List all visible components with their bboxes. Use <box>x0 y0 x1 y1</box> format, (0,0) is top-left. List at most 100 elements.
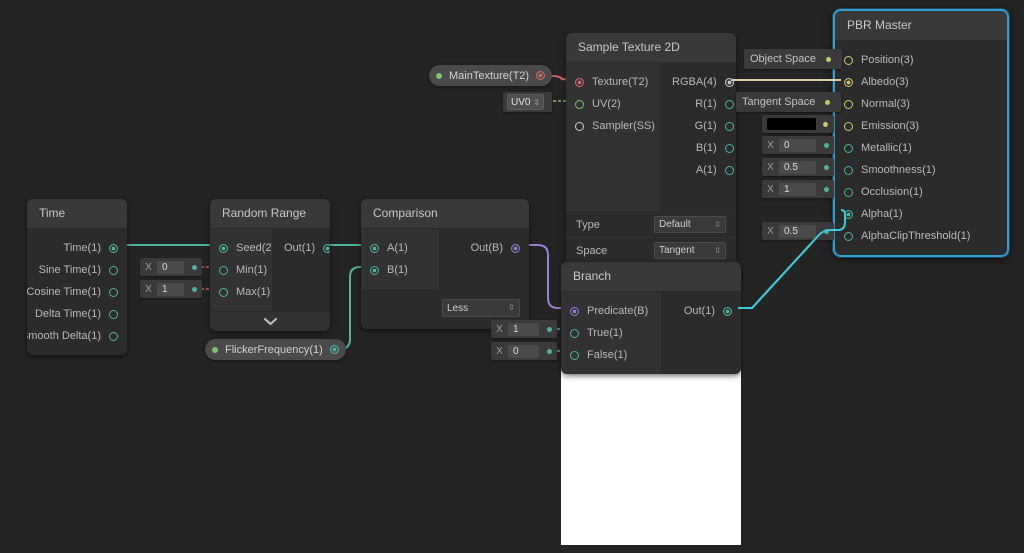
port-uv[interactable]: UV(2) <box>566 93 660 115</box>
field-output-nub[interactable] <box>819 99 835 105</box>
min-value[interactable]: 0 <box>157 260 184 274</box>
max-value[interactable]: 1 <box>157 282 184 296</box>
port-dot-icon[interactable] <box>511 243 520 253</box>
port-dot-icon[interactable] <box>323 243 330 253</box>
port-predicate[interactable]: Predicate(B) <box>561 300 661 322</box>
node-sample-texture-2d[interactable]: Sample Texture 2D Texture(T2) UV(2) Samp… <box>566 33 736 283</box>
node-time[interactable]: Time Time(1) Sine Time(1) Cosine Time(1)… <box>27 199 127 355</box>
field-output-nub[interactable] <box>818 228 834 234</box>
port-a[interactable]: A(1) <box>361 237 439 259</box>
field-output-nub[interactable] <box>186 286 202 292</box>
port-out[interactable]: Out(B) <box>439 237 529 259</box>
port-alpha-clip-threshold[interactable]: AlphaClipThreshold(1) <box>835 225 1007 247</box>
port-normal[interactable]: Normal(3) <box>835 93 1007 115</box>
alpha-clip-threshold-value-field[interactable]: X 0.5 <box>762 222 834 240</box>
port-sine-time[interactable]: Sine Time(1) <box>27 259 127 281</box>
port-dot-icon[interactable] <box>724 143 734 153</box>
port-g[interactable]: G(1) <box>660 115 736 137</box>
position-space-field[interactable]: Object Space <box>744 49 843 69</box>
field-output-nub[interactable] <box>186 264 202 270</box>
property-flicker-frequency[interactable]: FlickerFrequency(1) <box>205 339 346 360</box>
port-dot-icon[interactable] <box>109 287 118 297</box>
port-dot-icon[interactable] <box>723 306 732 316</box>
port-dot-icon[interactable] <box>724 77 734 87</box>
port-out[interactable]: Out(1) <box>272 237 330 259</box>
port-cosine-time[interactable]: Cosine Time(1) <box>27 281 127 303</box>
node-comparison[interactable]: Comparison A(1) B(1) Out(B) Less ⇳ <box>361 199 529 329</box>
port-dot-icon[interactable] <box>109 243 118 253</box>
alpha-clip-threshold-value[interactable]: 0.5 <box>779 224 816 238</box>
node-branch[interactable]: Branch Predicate(B) True(1) False(1) Out… <box>561 262 741 374</box>
port-dot-icon[interactable] <box>575 121 584 131</box>
property-main-texture[interactable]: MainTexture(T2) <box>429 65 553 86</box>
setting-type-dropdown[interactable]: Default ⇳ <box>654 216 726 233</box>
port-dot-icon[interactable] <box>724 121 734 131</box>
port-dot-icon[interactable] <box>570 328 579 338</box>
port-smooth-delta[interactable]: Smooth Delta(1) <box>27 325 127 347</box>
port-b[interactable]: B(1) <box>660 137 736 159</box>
port-dot-icon[interactable] <box>575 99 584 109</box>
port-alpha[interactable]: Alpha(1) <box>835 203 1007 225</box>
port-dot-icon[interactable] <box>370 243 379 253</box>
port-dot-icon[interactable] <box>536 71 546 80</box>
port-time[interactable]: Time(1) <box>27 237 127 259</box>
port-dot-icon[interactable] <box>329 345 339 354</box>
port-dot-icon[interactable] <box>219 243 228 253</box>
port-dot-icon[interactable] <box>844 99 853 109</box>
field-output-nub[interactable] <box>818 164 834 170</box>
node-pbr-master[interactable]: PBR Master Position(3) Albedo(3) Normal(… <box>833 9 1009 257</box>
node-random-range[interactable]: Random Range Seed(2) Min(1) Max(1) Out(1… <box>210 199 330 331</box>
graph-canvas[interactable]: Time Time(1) Sine Time(1) Cosine Time(1)… <box>0 0 1024 553</box>
port-dot-icon[interactable] <box>570 306 579 316</box>
port-r[interactable]: R(1) <box>660 93 736 115</box>
port-dot-icon[interactable] <box>219 265 228 275</box>
port-dot-icon[interactable] <box>370 265 379 275</box>
port-dot-icon[interactable] <box>109 331 118 341</box>
port-min[interactable]: Min(1) <box>210 259 272 281</box>
port-dot-icon[interactable] <box>724 165 734 175</box>
field-output-nub[interactable] <box>818 142 834 148</box>
max-value-field[interactable]: X 1 <box>140 280 202 298</box>
port-dot-icon[interactable] <box>844 209 853 219</box>
port-dot-icon[interactable] <box>844 121 853 131</box>
port-dot-icon[interactable] <box>575 77 584 87</box>
port-sampler[interactable]: Sampler(SS) <box>566 115 660 137</box>
port-dot-icon[interactable] <box>844 55 853 65</box>
port-max[interactable]: Max(1) <box>210 281 272 303</box>
false-value[interactable]: 0 <box>508 344 539 358</box>
port-delta-time[interactable]: Delta Time(1) <box>27 303 127 325</box>
port-dot-icon[interactable] <box>724 99 734 109</box>
port-texture[interactable]: Texture(T2) <box>566 71 660 93</box>
uv-channel-dropdown[interactable]: UV0 ⇳ <box>507 94 545 110</box>
port-seed[interactable]: Seed(2) <box>210 237 275 259</box>
emission-color-swatch[interactable] <box>767 118 817 130</box>
field-output-nub[interactable] <box>818 186 834 192</box>
occlusion-value-field[interactable]: X 1 <box>762 180 834 198</box>
port-metallic[interactable]: Metallic(1) <box>835 137 1007 159</box>
port-false[interactable]: False(1) <box>561 344 661 366</box>
setting-space-dropdown[interactable]: Tangent ⇳ <box>654 242 726 259</box>
port-occlusion[interactable]: Occlusion(1) <box>835 181 1007 203</box>
field-output-nub[interactable] <box>816 121 834 127</box>
comparison-operator-dropdown[interactable]: Less ⇳ <box>442 299 520 317</box>
occlusion-value[interactable]: 1 <box>779 182 816 196</box>
port-out[interactable]: Out(1) <box>661 300 741 322</box>
field-output-nub[interactable] <box>541 348 557 354</box>
port-dot-icon[interactable] <box>109 309 118 319</box>
port-rgba[interactable]: RGBA(4) <box>660 71 736 93</box>
uv-channel-field[interactable]: UV0 ⇳ <box>503 92 553 112</box>
port-dot-icon[interactable] <box>109 265 118 275</box>
false-value-field[interactable]: X 0 <box>491 342 557 360</box>
normal-space-field[interactable]: Tangent Space <box>736 92 842 112</box>
node-random-range-collapse-toggle[interactable] <box>210 311 330 331</box>
port-emission[interactable]: Emission(3) <box>835 115 1007 137</box>
metallic-value-field[interactable]: X 0 <box>762 136 834 154</box>
port-dot-icon[interactable] <box>844 77 853 87</box>
port-a[interactable]: A(1) <box>660 159 736 181</box>
true-value[interactable]: 1 <box>508 322 539 336</box>
port-b[interactable]: B(1) <box>361 259 439 281</box>
port-dot-icon[interactable] <box>844 187 853 197</box>
port-dot-icon[interactable] <box>570 350 579 360</box>
true-value-field[interactable]: X 1 <box>491 320 557 338</box>
field-output-nub[interactable] <box>541 326 557 332</box>
